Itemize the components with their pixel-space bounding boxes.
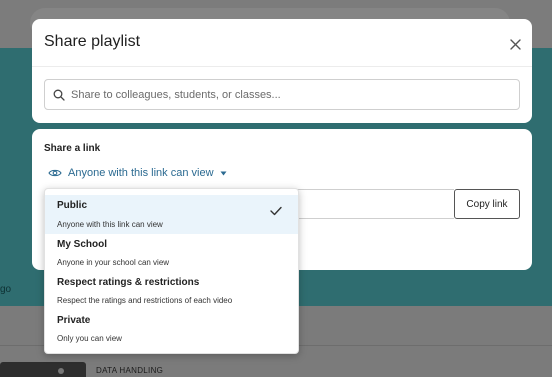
checkmark-icon <box>270 206 282 216</box>
access-level-dropdown: Public Anyone with this link can view My… <box>44 188 299 354</box>
share-search-box[interactable] <box>44 79 520 110</box>
close-icon <box>509 38 521 50</box>
option-description: Respect the ratings and restrictions of … <box>57 296 233 305</box>
access-option-private[interactable]: Private Only you can view <box>45 310 298 348</box>
caret-down-icon <box>220 171 227 175</box>
background-category-label: DATA HANDLING <box>96 366 164 375</box>
eye-icon <box>48 169 62 177</box>
access-level-toggle[interactable]: Anyone with this link can view <box>48 167 227 179</box>
option-name: Respect ratings & restrictions <box>57 277 200 288</box>
share-link-heading: Share a link <box>44 143 101 154</box>
header-divider <box>32 66 532 67</box>
thumbnail-dot <box>58 368 64 374</box>
dialog-title: Share playlist <box>44 33 141 50</box>
access-option-my-school[interactable]: My School Anyone in your school can view <box>45 234 298 272</box>
background-thumbnail <box>0 362 86 377</box>
copy-link-button[interactable]: Copy link <box>454 189 520 219</box>
background-side-text: go <box>0 284 12 295</box>
access-option-public[interactable]: Public Anyone with this link can view <box>45 195 298 234</box>
share-link-field[interactable] <box>294 189 454 219</box>
close-button[interactable] <box>504 33 526 55</box>
option-description: Anyone in your school can view <box>57 258 170 267</box>
option-description: Only you can view <box>57 334 122 343</box>
option-name: Private <box>57 315 91 326</box>
share-search-input[interactable] <box>71 88 511 101</box>
share-dialog-header: Share playlist <box>32 19 532 123</box>
option-name: My School <box>57 239 108 250</box>
option-name: Public <box>57 200 88 211</box>
option-description: Anyone with this link can view <box>57 220 163 229</box>
access-level-label: Anyone with this link can view <box>68 167 214 179</box>
search-icon <box>53 89 65 101</box>
access-option-respect-ratings[interactable]: Respect ratings & restrictions Respect t… <box>45 272 298 310</box>
